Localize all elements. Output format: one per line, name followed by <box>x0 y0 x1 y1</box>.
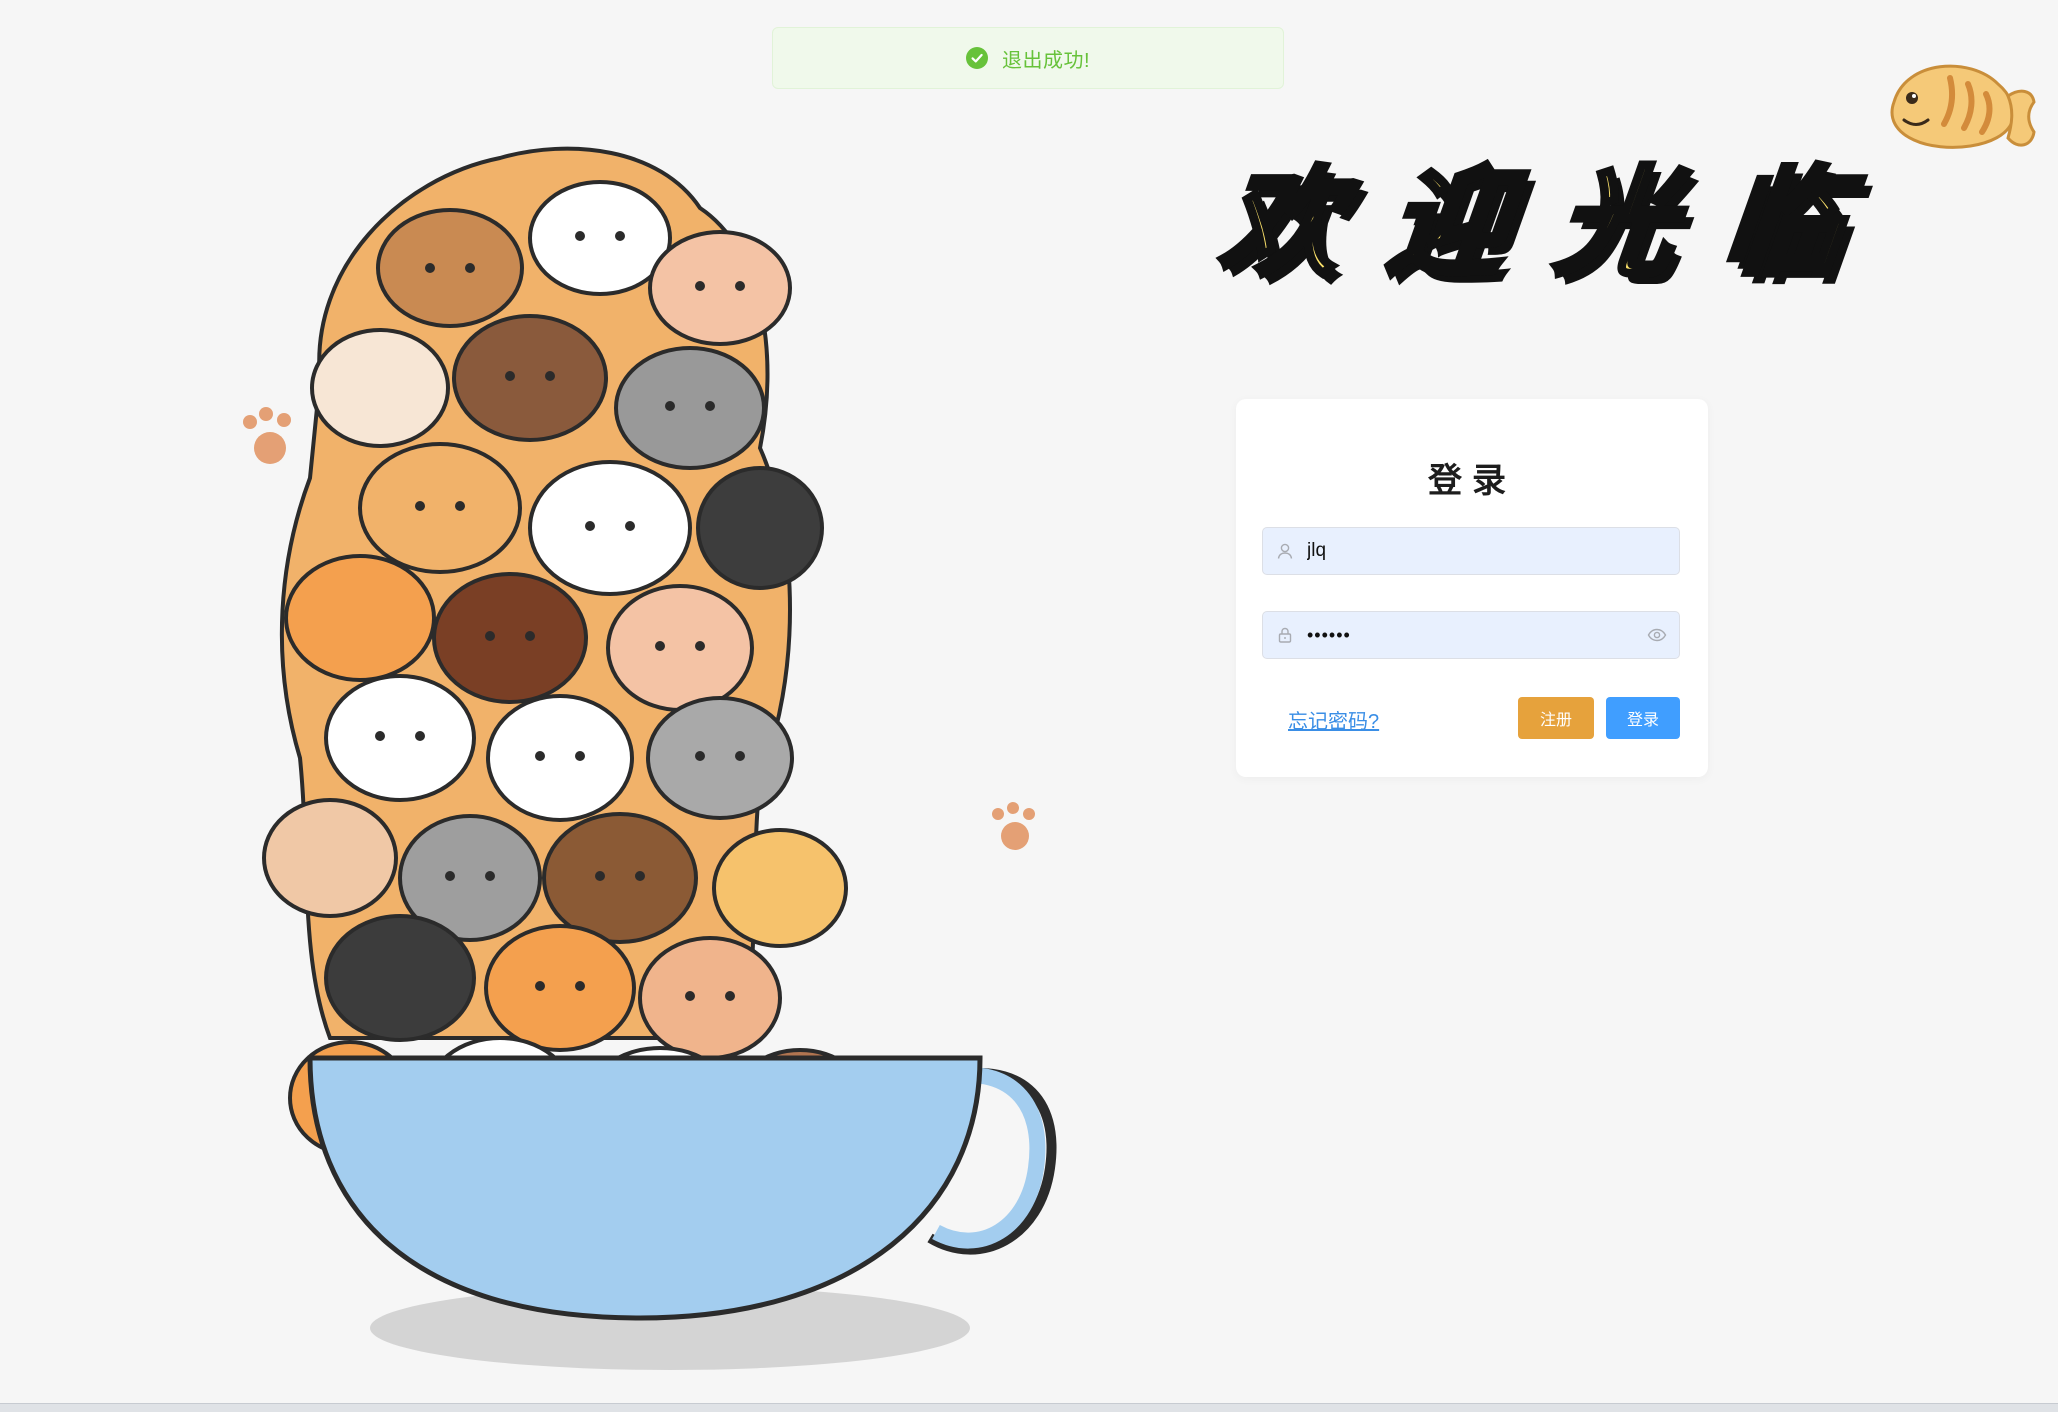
password-field[interactable] <box>1262 611 1680 659</box>
login-card: 登录 jlq •••••• 忘记密码? 注册 登录 <box>1236 399 1708 777</box>
paw-print-icon <box>243 407 291 464</box>
welcome-char: 光 <box>1547 152 1685 295</box>
toast-message: 退出成功! <box>1001 49 1091 72</box>
welcome-char: 欢 <box>1212 152 1350 295</box>
password-input[interactable] <box>1307 612 1635 658</box>
login-title: 登录 <box>1428 461 1516 501</box>
welcome-char: 迎 <box>1380 152 1518 295</box>
welcome-heading: 欢 迎 光 临 <box>1212 148 1852 298</box>
bottom-border <box>0 1403 2058 1412</box>
username-input[interactable] <box>1307 528 1679 574</box>
login-button[interactable]: 登录 <box>1606 697 1680 739</box>
register-button[interactable]: 注册 <box>1518 697 1594 739</box>
fish-mascot-icon <box>1884 50 2042 174</box>
success-toast: 退出成功! <box>772 27 1284 89</box>
welcome-char: 临 <box>1714 152 1852 295</box>
lock-icon <box>1263 612 1307 658</box>
eye-icon[interactable] <box>1635 612 1679 658</box>
check-circle-icon <box>965 47 988 69</box>
forgot-password-link[interactable]: 忘记密码? <box>1288 705 1379 734</box>
user-icon <box>1263 528 1307 574</box>
cats-in-cup-illustration <box>240 118 1100 1388</box>
login-page: 退出成功! 欢 迎 光 临 登录 jlq •••••• 忘记密码? 注册 登录 <box>0 0 2058 1412</box>
username-field[interactable] <box>1262 527 1680 575</box>
